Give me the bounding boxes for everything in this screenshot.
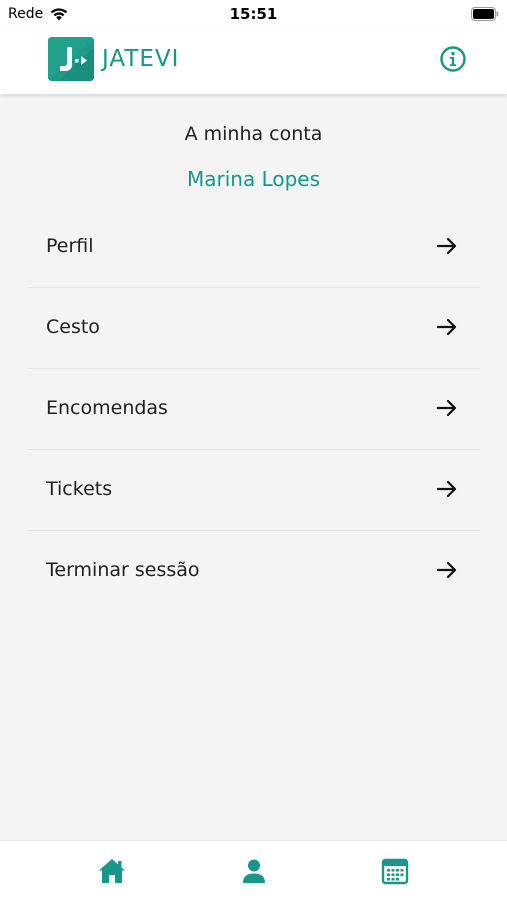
logo-mark-icon bbox=[48, 37, 94, 81]
arrow-right-icon bbox=[436, 561, 457, 579]
arrow-right-icon bbox=[436, 480, 457, 498]
account-menu: Perfil Cesto Encomendas Tickets Terminar… bbox=[28, 207, 480, 612]
calendar-icon[interactable] bbox=[380, 856, 410, 886]
arrow-right-icon bbox=[436, 399, 457, 417]
menu-item-cesto[interactable]: Cesto bbox=[28, 288, 480, 369]
page-title: A minha conta bbox=[184, 123, 323, 145]
bottom-nav bbox=[0, 840, 507, 900]
app-header: JATEVI bbox=[0, 30, 507, 94]
menu-item-tickets[interactable]: Tickets bbox=[28, 450, 480, 531]
arrow-right-icon bbox=[436, 237, 457, 255]
home-icon[interactable] bbox=[97, 856, 127, 886]
app-logo[interactable] bbox=[48, 37, 94, 81]
menu-item-encomendas[interactable]: Encomendas bbox=[28, 369, 480, 450]
battery-icon bbox=[471, 7, 499, 21]
user-name: Marina Lopes bbox=[186, 167, 321, 191]
account-content: A minha conta Marina Lopes Perfil Cesto … bbox=[0, 94, 507, 840]
app-screen: Rede 15:51 JATEVI A minha conta Marina L… bbox=[0, 0, 507, 900]
app-name: JATEVI bbox=[102, 46, 180, 72]
status-bar: Rede 15:51 bbox=[0, 0, 507, 30]
menu-item-label: Tickets bbox=[46, 478, 113, 500]
menu-item-label: Encomendas bbox=[46, 397, 168, 419]
menu-item-label: Perfil bbox=[46, 235, 94, 257]
info-icon[interactable] bbox=[439, 45, 467, 73]
user-icon[interactable] bbox=[239, 856, 269, 886]
menu-item-perfil[interactable]: Perfil bbox=[28, 207, 480, 288]
arrow-right-icon bbox=[436, 318, 457, 336]
status-time: 15:51 bbox=[229, 5, 278, 23]
menu-item-label: Cesto bbox=[46, 316, 100, 338]
menu-item-label: Terminar sessão bbox=[46, 559, 200, 581]
menu-item-terminar-sessao[interactable]: Terminar sessão bbox=[28, 531, 480, 612]
